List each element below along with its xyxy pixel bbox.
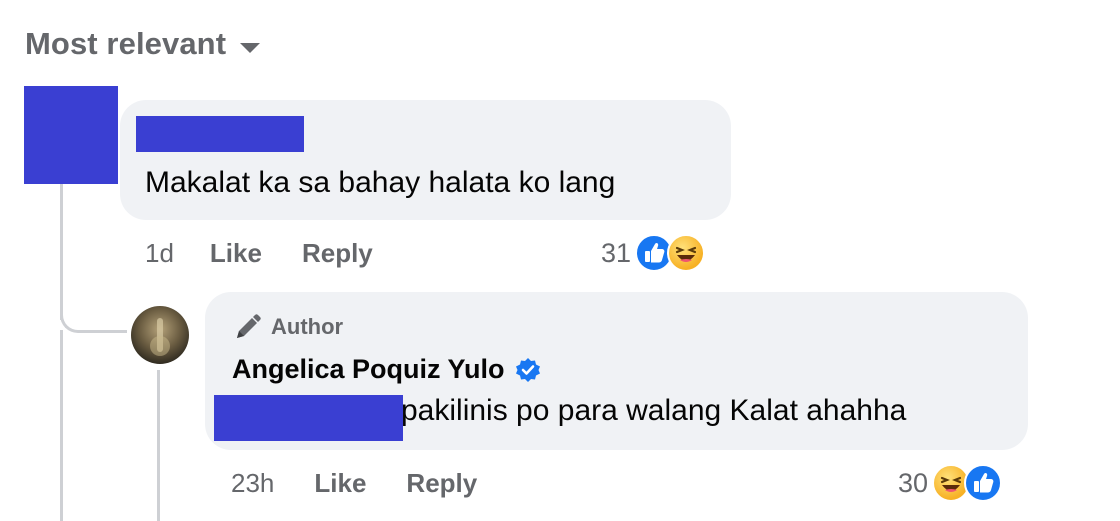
author-badge: Author <box>233 312 343 342</box>
haha-reaction-icon <box>667 234 706 272</box>
reaction-summary[interactable]: 31 <box>601 234 706 272</box>
author-badge-label: Author <box>271 314 344 339</box>
reply-actions: 23h Like Reply <box>231 468 477 499</box>
comment-bubble: Makalat ka sa bahay halata ko lang <box>120 100 731 220</box>
comment-text: Makalat ka sa bahay halata ko lang <box>145 166 616 199</box>
comment-actions: 1d Like Reply <box>145 238 373 269</box>
reply-reply-button[interactable]: Reply <box>406 468 477 499</box>
thread-line <box>60 330 63 521</box>
thread-connector <box>60 300 127 333</box>
commenter-name-redacted[interactable] <box>136 116 304 152</box>
reply-like-button[interactable]: Like <box>314 468 366 499</box>
reply-author-name[interactable]: Angelica Poquiz Yulo <box>232 354 541 385</box>
comment-timestamp[interactable]: 1d <box>145 238 174 269</box>
reply-avatar[interactable] <box>131 306 189 364</box>
sort-label: Most relevant <box>25 26 227 61</box>
reply-thread-line <box>157 370 160 521</box>
reply-reaction-count: 30 <box>898 467 929 498</box>
pencil-icon <box>237 314 261 338</box>
reply-text: pakilinis po para walang Kalat ahahha <box>401 394 907 427</box>
reply-button[interactable]: Reply <box>302 238 373 269</box>
reply-bubble: Author Angelica Poquiz Yulo pakilinis po… <box>205 292 1028 450</box>
tagged-user-redacted[interactable] <box>214 395 403 441</box>
reaction-count: 31 <box>601 237 632 268</box>
sort-dropdown[interactable]: Most relevant <box>25 26 261 62</box>
verified-badge-icon <box>515 357 540 382</box>
like-button[interactable]: Like <box>210 238 262 269</box>
avatar-redacted[interactable] <box>24 86 118 184</box>
author-name-text: Angelica Poquiz Yulo <box>232 354 505 384</box>
caret-down-icon <box>240 43 261 53</box>
reply-timestamp[interactable]: 23h <box>231 468 274 499</box>
reply-reaction-summary[interactable]: 30 <box>898 464 1003 502</box>
like-reaction-icon <box>964 464 1003 502</box>
